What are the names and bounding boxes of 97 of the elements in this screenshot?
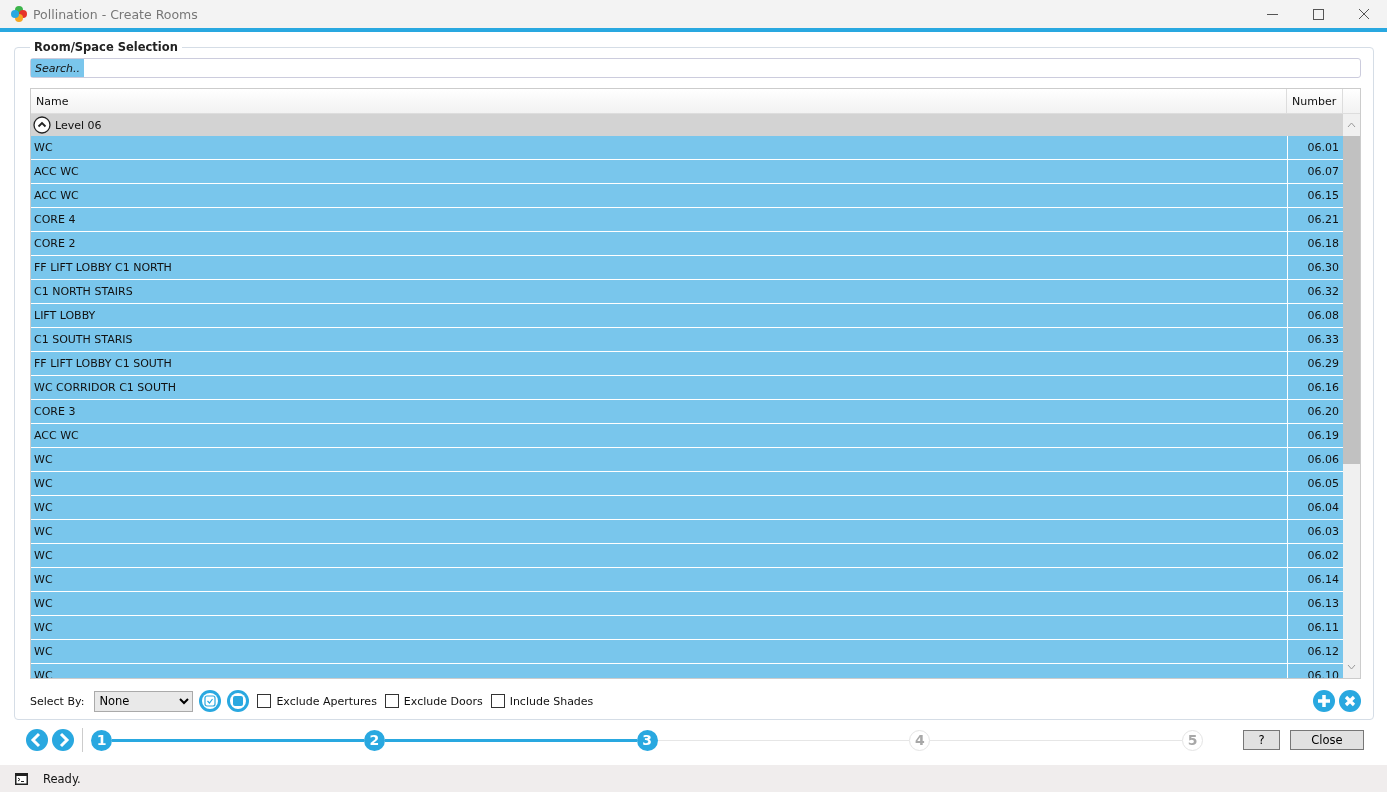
table-row[interactable]: FF LIFT LOBBY C1 SOUTH 06.29 xyxy=(31,352,1343,376)
collapse-icon[interactable] xyxy=(33,116,51,134)
room-number: 06.15 xyxy=(1307,189,1339,202)
table-row[interactable]: WC 06.14 xyxy=(31,568,1343,592)
room-number: 06.05 xyxy=(1307,477,1339,490)
table-row[interactable]: WC 06.11 xyxy=(31,616,1343,640)
room-number: 06.18 xyxy=(1307,237,1339,250)
table-row[interactable]: WC 06.13 xyxy=(31,592,1343,616)
room-number: 06.19 xyxy=(1307,429,1339,442)
panel-title: Room/Space Selection xyxy=(33,40,179,54)
room-number: 06.29 xyxy=(1307,357,1339,370)
table-row[interactable]: CORE 3 06.20 xyxy=(31,400,1343,424)
close-dialog-button[interactable]: Close xyxy=(1290,730,1364,750)
room-number: 06.20 xyxy=(1307,405,1339,418)
room-name: CORE 4 xyxy=(34,213,76,226)
room-name: WC xyxy=(34,477,53,490)
table-row[interactable]: WC 06.01 xyxy=(31,136,1343,160)
room-number: 06.16 xyxy=(1307,381,1339,394)
table-row[interactable]: ACC WC 06.15 xyxy=(31,184,1343,208)
window-title: Pollination - Create Rooms xyxy=(33,6,198,22)
room-number: 06.08 xyxy=(1307,309,1339,322)
room-number: 06.14 xyxy=(1307,573,1339,586)
status-text: Ready. xyxy=(43,771,81,786)
room-name: WC CORRIDOR C1 SOUTH xyxy=(34,381,177,394)
room-name: WC xyxy=(34,525,53,538)
checkbox[interactable]: Exclude Doors xyxy=(384,694,483,708)
table-row[interactable]: ACC WC 06.19 xyxy=(31,424,1343,448)
room-name: ACC WC xyxy=(34,165,79,178)
room-name: WC xyxy=(34,549,53,562)
search-placeholder: Search.. xyxy=(31,59,85,77)
room-name: CORE 2 xyxy=(34,237,76,250)
table-row[interactable]: WC 06.12 xyxy=(31,640,1343,664)
room-name: WC xyxy=(34,573,53,586)
table-row[interactable]: WC CORRIDOR C1 SOUTH 06.16 xyxy=(31,376,1343,400)
room-name: WC xyxy=(34,597,53,610)
room-name: ACC WC xyxy=(34,189,79,202)
scrollbar[interactable] xyxy=(1343,114,1360,678)
room-number: 06.01 xyxy=(1307,141,1339,154)
group-label: Level 06 xyxy=(55,118,102,132)
table-row[interactable]: WC 06.06 xyxy=(31,448,1343,472)
room-name: FF LIFT LOBBY C1 NORTH xyxy=(34,261,172,274)
room-number: 06.32 xyxy=(1307,285,1339,298)
room-name: WC xyxy=(34,501,53,514)
console-icon[interactable] xyxy=(15,772,28,785)
room-name: LIFT LOBBY xyxy=(34,309,96,322)
table-row[interactable]: WC 06.03 xyxy=(31,520,1343,544)
table-row[interactable]: C1 NORTH STAIRS 06.32 xyxy=(31,280,1343,304)
close-icon xyxy=(1358,8,1370,20)
scroll-up-icon[interactable] xyxy=(1347,122,1356,128)
table-row[interactable]: CORE 2 06.18 xyxy=(31,232,1343,256)
table-row[interactable]: ACC WC 06.07 xyxy=(31,160,1343,184)
room-number: 06.30 xyxy=(1307,261,1339,274)
room-name: CORE 3 xyxy=(34,405,76,418)
room-name: WC xyxy=(34,645,53,658)
room-name: WC xyxy=(34,453,53,466)
deselect-all-icon[interactable] xyxy=(227,690,250,712)
remove-icon[interactable] xyxy=(1339,690,1361,712)
room-name: C1 SOUTH STARIS xyxy=(34,333,133,346)
back-icon[interactable] xyxy=(26,729,48,751)
group-row[interactable]: Level 06 xyxy=(31,114,1343,136)
room-number: 06.03 xyxy=(1307,525,1339,538)
room-number: 06.07 xyxy=(1307,165,1339,178)
table-row[interactable]: WC 06.02 xyxy=(31,544,1343,568)
app-logo-icon xyxy=(11,6,27,22)
column-header[interactable]: Number xyxy=(1287,89,1343,113)
checkbox[interactable]: Include Shades xyxy=(490,694,594,708)
table-row[interactable]: WC 06.04 xyxy=(31,496,1343,520)
room-number: 06.21 xyxy=(1307,213,1339,226)
add-icon[interactable] xyxy=(1313,690,1335,712)
select-all-icon[interactable] xyxy=(199,690,222,712)
table-row[interactable]: LIFT LOBBY 06.08 xyxy=(31,304,1343,328)
room-number: 06.04 xyxy=(1307,501,1339,514)
search-field[interactable]: Search.. xyxy=(30,58,1361,78)
room-number: 06.13 xyxy=(1307,597,1339,610)
room-name: FF LIFT LOBBY C1 SOUTH xyxy=(34,357,172,370)
room-number: 06.33 xyxy=(1307,333,1339,346)
table-row[interactable]: C1 SOUTH STARIS 06.33 xyxy=(31,328,1343,352)
room-number: 06.02 xyxy=(1307,549,1339,562)
help-button[interactable]: ? xyxy=(1243,730,1280,750)
room-number: 06.12 xyxy=(1307,645,1339,658)
forward-icon[interactable] xyxy=(52,729,74,751)
table-row[interactable]: FF LIFT LOBBY C1 NORTH 06.30 xyxy=(31,256,1343,280)
room-name: WC xyxy=(34,621,53,634)
select-by-label: Select By: xyxy=(30,694,85,708)
room-name: ACC WC xyxy=(34,429,79,442)
scroll-down-icon[interactable] xyxy=(1347,664,1356,670)
table-row[interactable]: CORE 4 06.21 xyxy=(31,208,1343,232)
checkbox[interactable]: Exclude Apertures xyxy=(257,694,377,708)
room-name: WC xyxy=(34,141,53,154)
column-header[interactable]: Name xyxy=(31,89,1287,113)
select-by-dropdown[interactable]: None xyxy=(94,690,194,712)
room-number: 06.11 xyxy=(1307,621,1339,634)
table-row[interactable]: WC 06.05 xyxy=(31,472,1343,496)
room-number: 06.06 xyxy=(1307,453,1339,466)
minimize-icon xyxy=(1266,13,1278,15)
maximize-icon xyxy=(1312,8,1324,20)
room-name: C1 NORTH STAIRS xyxy=(34,285,133,298)
